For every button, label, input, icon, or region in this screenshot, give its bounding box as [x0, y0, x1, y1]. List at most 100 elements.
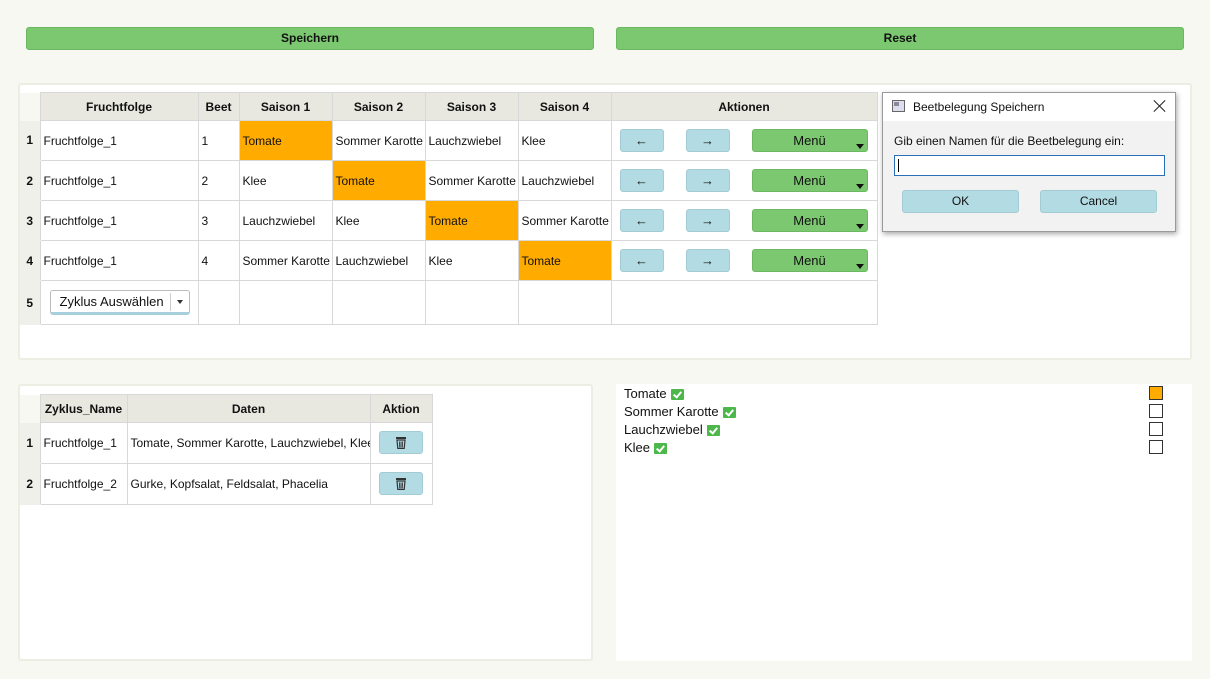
cell-saison-2[interactable]: Klee [331, 200, 426, 241]
cell-beet[interactable]: 1 [197, 120, 240, 161]
shift-right-button[interactable]: → [685, 209, 730, 232]
cell-saison-1[interactable]: Lauchzwiebel [238, 200, 333, 241]
col-header-saison-4[interactable]: Saison 4 [517, 92, 612, 121]
col-header-fruchtfolge[interactable]: Fruchtfolge [39, 92, 199, 121]
cell-daten[interactable]: Gurke, Kopfsalat, Feldsalat, Phacelia [126, 463, 371, 505]
cell-saison-4[interactable]: Lauchzwiebel [517, 160, 612, 201]
cell-saison-2[interactable]: Sommer Karotte [331, 120, 426, 161]
cell-fruchtfolge[interactable]: Fruchtfolge_1 [39, 240, 199, 281]
chevron-down-icon[interactable] [176, 300, 183, 304]
row-number: 2 [20, 160, 40, 201]
cell-saison-2[interactable]: Lauchzwiebel [331, 240, 426, 281]
menu-label: Menü [793, 173, 826, 188]
color-swatch[interactable] [1149, 422, 1163, 436]
reset-button[interactable]: Reset [616, 27, 1184, 50]
cell-empty[interactable] [331, 280, 426, 325]
cell-saison-2[interactable]: Tomate [331, 160, 426, 201]
col-header-saison-2[interactable]: Saison 2 [331, 92, 426, 121]
shift-left-button[interactable]: ← [619, 249, 664, 272]
color-swatch[interactable] [1149, 440, 1163, 454]
col-header-saison-1[interactable]: Saison 1 [238, 92, 333, 121]
name-input[interactable] [894, 155, 1165, 176]
cell-aktion [369, 422, 433, 464]
cell-zyklus-name[interactable]: Fruchtfolge_2 [39, 463, 128, 505]
cell-saison-3[interactable]: Tomate [424, 200, 519, 241]
dialog-title: Beetbelegung Speichern [913, 100, 1045, 114]
cell-fruchtfolge[interactable]: Fruchtfolge_1 [39, 160, 199, 201]
cell-beet[interactable]: 2 [197, 160, 240, 201]
cell-saison-3[interactable]: Lauchzwiebel [424, 120, 519, 161]
col-header-daten[interactable]: Daten [126, 394, 371, 423]
cell-saison-1[interactable]: Sommer Karotte [238, 240, 333, 281]
shift-left-button[interactable]: ← [619, 129, 664, 152]
cell-saison-4[interactable]: Klee [517, 120, 612, 161]
col-header-beet[interactable]: Beet [197, 92, 240, 121]
shift-left-button[interactable]: ← [619, 209, 664, 232]
cell-saison-1[interactable]: Tomate [238, 120, 333, 161]
corner-cell [20, 394, 40, 423]
table-row[interactable]: 1 Fruchtfolge_1 1 Tomate Sommer Karotte … [20, 120, 878, 161]
table-row[interactable]: 4 Fruchtfolge_1 4 Sommer Karotte Lauchzw… [20, 240, 878, 281]
cell-saison-1[interactable]: Klee [238, 160, 333, 201]
shift-right-button[interactable]: → [685, 249, 730, 272]
table-row[interactable]: 2 Fruchtfolge_1 2 Klee Tomate Sommer Kar… [20, 160, 878, 201]
shift-left-button[interactable]: ← [619, 169, 664, 192]
cell-empty[interactable] [238, 280, 333, 325]
cell-saison-3[interactable]: Klee [424, 240, 519, 281]
menu-button[interactable]: Menü [751, 129, 868, 152]
menu-label: Menü [793, 213, 826, 228]
cell-actions: ← → Menü [610, 200, 878, 241]
delete-button[interactable] [378, 431, 423, 454]
col-header-saison-3[interactable]: Saison 3 [424, 92, 519, 121]
window-icon [892, 100, 905, 112]
dropdown-triangle-icon [855, 184, 864, 189]
ok-button[interactable]: OK [902, 190, 1019, 213]
cell-beet[interactable]: 3 [197, 200, 240, 241]
row-number: 4 [20, 240, 40, 281]
row-number: 3 [20, 200, 40, 241]
col-header-aktion[interactable]: Aktion [369, 394, 433, 423]
cell-fruchtfolge[interactable]: Fruchtfolge_1 [39, 200, 199, 241]
cell-daten[interactable]: Tomate, Sommer Karotte, Lauchzwiebel, Kl… [126, 422, 371, 464]
close-icon[interactable] [1153, 99, 1167, 113]
cycles-table: Zyklus_Name Daten Aktion 1 Fruchtfolge_1… [20, 394, 433, 505]
menu-button[interactable]: Menü [751, 249, 868, 272]
legend-label: Tomate [624, 386, 667, 401]
cell-beet[interactable]: 4 [197, 240, 240, 281]
dialog-titlebar[interactable]: Beetbelegung Speichern [883, 93, 1175, 121]
shift-right-button[interactable]: → [685, 129, 730, 152]
legend-label: Klee [624, 440, 651, 455]
shift-right-button[interactable]: → [685, 169, 730, 192]
save-button[interactable]: Speichern [26, 27, 594, 50]
delete-button[interactable] [378, 472, 423, 495]
table-row-new[interactable]: 5 Zyklus Auswählen [20, 280, 878, 325]
col-header-zyklus-name[interactable]: Zyklus_Name [39, 394, 128, 423]
table-row[interactable]: 3 Fruchtfolge_1 3 Lauchzwiebel Klee Toma… [20, 200, 878, 241]
table-row[interactable]: 2 Fruchtfolge_2 Gurke, Kopfsalat, Feldsa… [20, 463, 433, 505]
table-row[interactable]: 1 Fruchtfolge_1 Tomate, Sommer Karotte, … [20, 422, 433, 464]
cell-saison-4[interactable]: Tomate [517, 240, 612, 281]
cell-actions: ← → Menü [610, 160, 878, 201]
cancel-button[interactable]: Cancel [1040, 190, 1157, 213]
cell-empty[interactable] [610, 280, 878, 325]
color-swatch-selected[interactable] [1149, 386, 1163, 400]
dropdown-triangle-icon [855, 224, 864, 229]
col-header-aktionen[interactable]: Aktionen [610, 92, 878, 121]
cell-cycle-select: Zyklus Auswählen [39, 280, 199, 325]
cell-saison-4[interactable]: Sommer Karotte [517, 200, 612, 241]
cell-empty[interactable] [517, 280, 612, 325]
cycle-select-combobox[interactable]: Zyklus Auswählen [49, 290, 190, 315]
cell-zyklus-name[interactable]: Fruchtfolge_1 [39, 422, 128, 464]
cell-saison-3[interactable]: Sommer Karotte [424, 160, 519, 201]
dropdown-triangle-icon [855, 264, 864, 269]
check-icon [722, 406, 736, 418]
combo-separator [169, 293, 171, 311]
cell-empty[interactable] [424, 280, 519, 325]
color-swatch[interactable] [1149, 404, 1163, 418]
row-number: 1 [20, 422, 40, 464]
menu-button[interactable]: Menü [751, 169, 868, 192]
cell-empty[interactable] [197, 280, 240, 325]
menu-label: Menü [793, 133, 826, 148]
cell-fruchtfolge[interactable]: Fruchtfolge_1 [39, 120, 199, 161]
menu-button[interactable]: Menü [751, 209, 868, 232]
